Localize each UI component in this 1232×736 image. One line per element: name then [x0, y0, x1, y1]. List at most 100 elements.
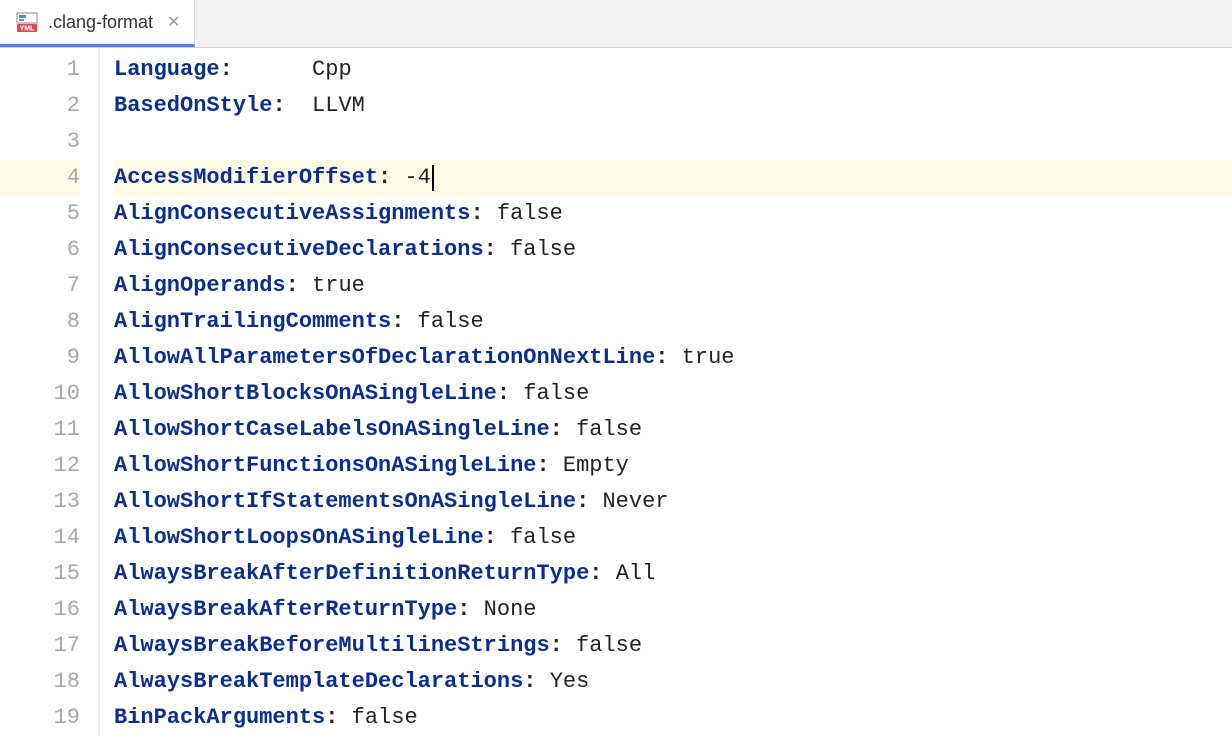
yaml-colon: :	[550, 628, 563, 664]
yaml-value: -4	[404, 160, 430, 196]
code-line[interactable]: BinPackArguments: false	[114, 700, 1232, 736]
yaml-key: AllowShortIfStatementsOnASingleLine	[114, 484, 576, 520]
code-line[interactable]: AllowShortCaseLabelsOnASingleLine: false	[114, 412, 1232, 448]
line-number: 9	[0, 340, 80, 376]
line-number: 4	[0, 160, 80, 196]
yaml-key: AlwaysBreakAfterDefinitionReturnType	[114, 556, 589, 592]
yaml-colon: :	[272, 88, 285, 124]
code-line[interactable]: AlwaysBreakBeforeMultilineStrings: false	[114, 628, 1232, 664]
yaml-key: AlignOperands	[114, 268, 286, 304]
line-number: 17	[0, 628, 80, 664]
tab-clang-format[interactable]: YML .clang-format ✕	[0, 0, 195, 47]
yaml-key: BasedOnStyle	[114, 88, 272, 124]
yaml-key: BinPackArguments	[114, 700, 325, 736]
line-number: 2	[0, 88, 80, 124]
yaml-colon: :	[378, 160, 391, 196]
yaml-key: AllowShortLoopsOnASingleLine	[114, 520, 484, 556]
yaml-colon: :	[523, 664, 536, 700]
line-number: 16	[0, 592, 80, 628]
yaml-colon: :	[576, 484, 589, 520]
yaml-colon: :	[655, 340, 668, 376]
code-line[interactable]: Language: Cpp	[114, 52, 1232, 88]
yaml-key: Language	[114, 52, 220, 88]
code-line[interactable]: AlignTrailingComments: false	[114, 304, 1232, 340]
code-line[interactable]: AlignConsecutiveDeclarations: false	[114, 232, 1232, 268]
code-line[interactable]: AllowShortIfStatementsOnASingleLine: Nev…	[114, 484, 1232, 520]
yaml-value: None	[484, 592, 537, 628]
yaml-key: AllowShortFunctionsOnASingleLine	[114, 448, 536, 484]
tab-filename: .clang-format	[48, 12, 153, 33]
yaml-colon: :	[286, 268, 299, 304]
code-line[interactable]: AlignConsecutiveAssignments: false	[114, 196, 1232, 232]
yaml-value: All	[616, 556, 656, 592]
yml-icon: YML	[14, 11, 40, 33]
code-line[interactable]: AllowShortFunctionsOnASingleLine: Empty	[114, 448, 1232, 484]
yaml-value: false	[576, 412, 642, 448]
line-number: 7	[0, 268, 80, 304]
line-number: 12	[0, 448, 80, 484]
yaml-value: false	[418, 304, 484, 340]
code-line[interactable]: AlwaysBreakTemplateDeclarations: Yes	[114, 664, 1232, 700]
yaml-key: AlwaysBreakAfterReturnType	[114, 592, 457, 628]
close-icon[interactable]: ✕	[167, 12, 180, 32]
code-area[interactable]: Language: CppBasedOnStyle: LLVM AccessMo…	[100, 48, 1232, 736]
yaml-key: AllowShortCaseLabelsOnASingleLine	[114, 412, 550, 448]
line-number: 18	[0, 664, 80, 700]
yaml-colon: :	[550, 412, 563, 448]
line-number-gutter: 12345678910111213141516171819	[0, 48, 100, 736]
yaml-colon: :	[220, 52, 233, 88]
yaml-value: Cpp	[312, 52, 352, 88]
yaml-key: AllowAllParametersOfDeclarationOnNextLin…	[114, 340, 655, 376]
code-line[interactable]: AlwaysBreakAfterReturnType: None	[114, 592, 1232, 628]
yaml-colon: :	[484, 232, 497, 268]
yaml-key: AccessModifierOffset	[114, 160, 378, 196]
yaml-colon: :	[497, 376, 510, 412]
yaml-colon: :	[325, 700, 338, 736]
svg-text:YML: YML	[20, 26, 36, 33]
yaml-key: AlwaysBreakBeforeMultilineStrings	[114, 628, 550, 664]
yaml-value: Never	[602, 484, 668, 520]
line-number: 10	[0, 376, 80, 412]
code-line[interactable]: AlwaysBreakAfterDefinitionReturnType: Al…	[114, 556, 1232, 592]
yaml-value: Empty	[563, 448, 629, 484]
line-number: 14	[0, 520, 80, 556]
yaml-value: false	[523, 376, 589, 412]
code-line[interactable]: AlignOperands: true	[114, 268, 1232, 304]
line-number: 1	[0, 52, 80, 88]
yaml-value: false	[497, 196, 563, 232]
line-number: 6	[0, 232, 80, 268]
yaml-value: false	[352, 700, 418, 736]
editor[interactable]: 12345678910111213141516171819 Language: …	[0, 48, 1232, 736]
yaml-value: false	[576, 628, 642, 664]
line-number: 19	[0, 700, 80, 736]
yaml-colon: :	[484, 520, 497, 556]
code-line[interactable]: AllowAllParametersOfDeclarationOnNextLin…	[114, 340, 1232, 376]
line-number: 13	[0, 484, 80, 520]
line-number: 8	[0, 304, 80, 340]
yaml-value: false	[510, 520, 576, 556]
yaml-colon: :	[589, 556, 602, 592]
yaml-value: Yes	[550, 664, 590, 700]
yaml-value: LLVM	[312, 88, 365, 124]
code-line[interactable]: BasedOnStyle: LLVM	[114, 88, 1232, 124]
line-number: 15	[0, 556, 80, 592]
yaml-key: AlignConsecutiveDeclarations	[114, 232, 484, 268]
yaml-colon: :	[470, 196, 483, 232]
yaml-value: true	[682, 340, 735, 376]
yaml-key: AlwaysBreakTemplateDeclarations	[114, 664, 523, 700]
code-line[interactable]: AllowShortLoopsOnASingleLine: false	[114, 520, 1232, 556]
yaml-key: AlignConsecutiveAssignments	[114, 196, 470, 232]
yaml-colon: :	[457, 592, 470, 628]
yaml-value: true	[312, 268, 365, 304]
code-line[interactable]	[114, 124, 1232, 160]
line-number: 3	[0, 124, 80, 160]
line-number: 11	[0, 412, 80, 448]
yaml-colon: :	[391, 304, 404, 340]
yaml-key: AllowShortBlocksOnASingleLine	[114, 376, 497, 412]
yaml-colon: :	[536, 448, 549, 484]
code-line[interactable]: AllowShortBlocksOnASingleLine: false	[114, 376, 1232, 412]
code-line[interactable]: AccessModifierOffset: -4	[114, 160, 1232, 196]
yaml-value: false	[510, 232, 576, 268]
text-caret	[432, 165, 434, 191]
yaml-key: AlignTrailingComments	[114, 304, 391, 340]
